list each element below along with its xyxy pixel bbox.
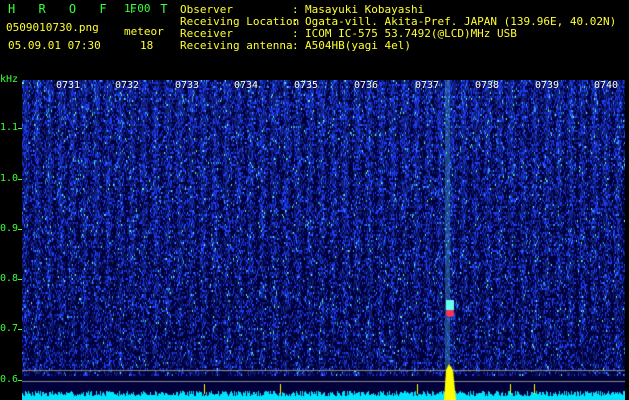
- x-tick-label: 0733: [175, 80, 200, 91]
- frequency-axis: 1.1 1.0 0.9 0.8 0.7 0.6: [0, 72, 22, 400]
- antenna-value: A504HB(yagi 4el): [305, 39, 411, 52]
- antenna-label: Receiving antenna: [180, 39, 293, 52]
- app-version: 1.00: [124, 2, 151, 15]
- y-tick-label: 0.7: [0, 323, 19, 334]
- x-tick-label: 0736: [354, 80, 379, 91]
- spectrogram-canvas[interactable]: [22, 80, 625, 400]
- x-tick-label: 0734: [234, 80, 259, 91]
- x-tick-label: 0739: [535, 80, 560, 91]
- y-tick-label: 0.8: [0, 273, 19, 284]
- x-tick-label: 0731: [56, 80, 81, 91]
- y-tick-label: 1.0: [0, 173, 19, 184]
- y-tick-label: 0.6: [0, 374, 19, 385]
- x-tick-label: 0740: [594, 80, 619, 91]
- spectrogram-panel[interactable]: 0731 0732 0733 0734 0735 0736 0737 0738 …: [22, 80, 625, 400]
- x-tick-label: 0732: [115, 80, 140, 91]
- file-name: 0509010730.png: [6, 21, 99, 34]
- y-tick-label: 0.9: [0, 223, 19, 234]
- x-tick-label: 0735: [294, 80, 319, 91]
- x-tick-label: 0737: [415, 80, 440, 91]
- meteor-count: 18: [140, 39, 154, 52]
- y-tick-label: 1.1: [0, 122, 19, 133]
- header-panel: H R O F F T 1.00 0509010730.png meteor 0…: [0, 0, 629, 72]
- antenna-separator: :: [292, 39, 299, 52]
- mode-label: meteor: [124, 25, 164, 38]
- x-tick-label: 0738: [475, 80, 500, 91]
- observation-datetime: 05.09.01 07:30: [8, 39, 101, 52]
